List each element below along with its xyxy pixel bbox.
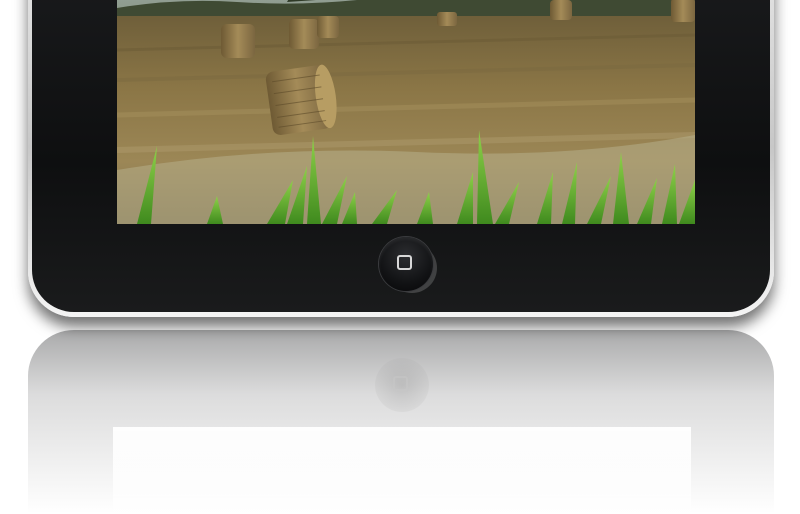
tablet-device — [28, 0, 774, 317]
screen-photo — [117, 0, 695, 224]
device-mockup-stage — [0, 0, 800, 514]
tablet-bezel — [32, 0, 770, 312]
device-reflection — [28, 330, 774, 514]
reflection-home-button — [375, 358, 429, 412]
home-button[interactable] — [379, 237, 433, 291]
reflection-screen — [113, 427, 691, 514]
tablet-screen[interactable] — [117, 0, 695, 224]
reflection-home-square-icon — [393, 376, 408, 391]
home-square-icon — [397, 255, 412, 270]
